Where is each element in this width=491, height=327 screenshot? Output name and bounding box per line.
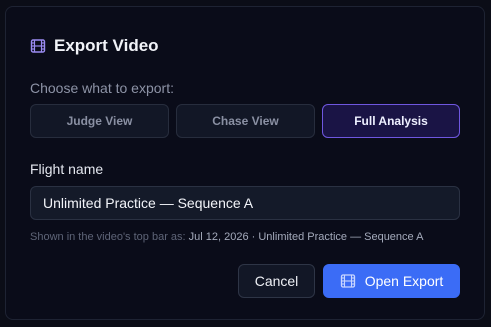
full-analysis-button[interactable]: Full Analysis xyxy=(322,104,460,138)
export-choice-label: Choose what to export: xyxy=(30,80,174,96)
open-export-button[interactable]: Open Export xyxy=(323,264,460,298)
top-bar-hint: Shown in the video's top bar as: Jul 12,… xyxy=(30,231,423,244)
flight-name-label: Flight name xyxy=(30,161,104,177)
dialog-title: Export Video xyxy=(54,36,159,55)
open-export-label: Open Export xyxy=(364,273,444,289)
cancel-button[interactable]: Cancel xyxy=(238,264,315,298)
film-icon xyxy=(340,273,356,289)
flight-name-input[interactable] xyxy=(30,186,460,220)
judge-view-button[interactable]: Judge View xyxy=(30,104,169,138)
hint-preview: Jul 12, 2026 · Unlimited Practice — Sequ… xyxy=(188,231,424,243)
export-video-dialog: Export Video Choose what to export: Judg… xyxy=(5,6,485,320)
chase-view-button[interactable]: Chase View xyxy=(176,104,315,138)
film-icon xyxy=(30,38,46,54)
dialog-header: Export Video xyxy=(30,36,159,56)
hint-prefix: Shown in the video's top bar as: xyxy=(30,231,186,243)
